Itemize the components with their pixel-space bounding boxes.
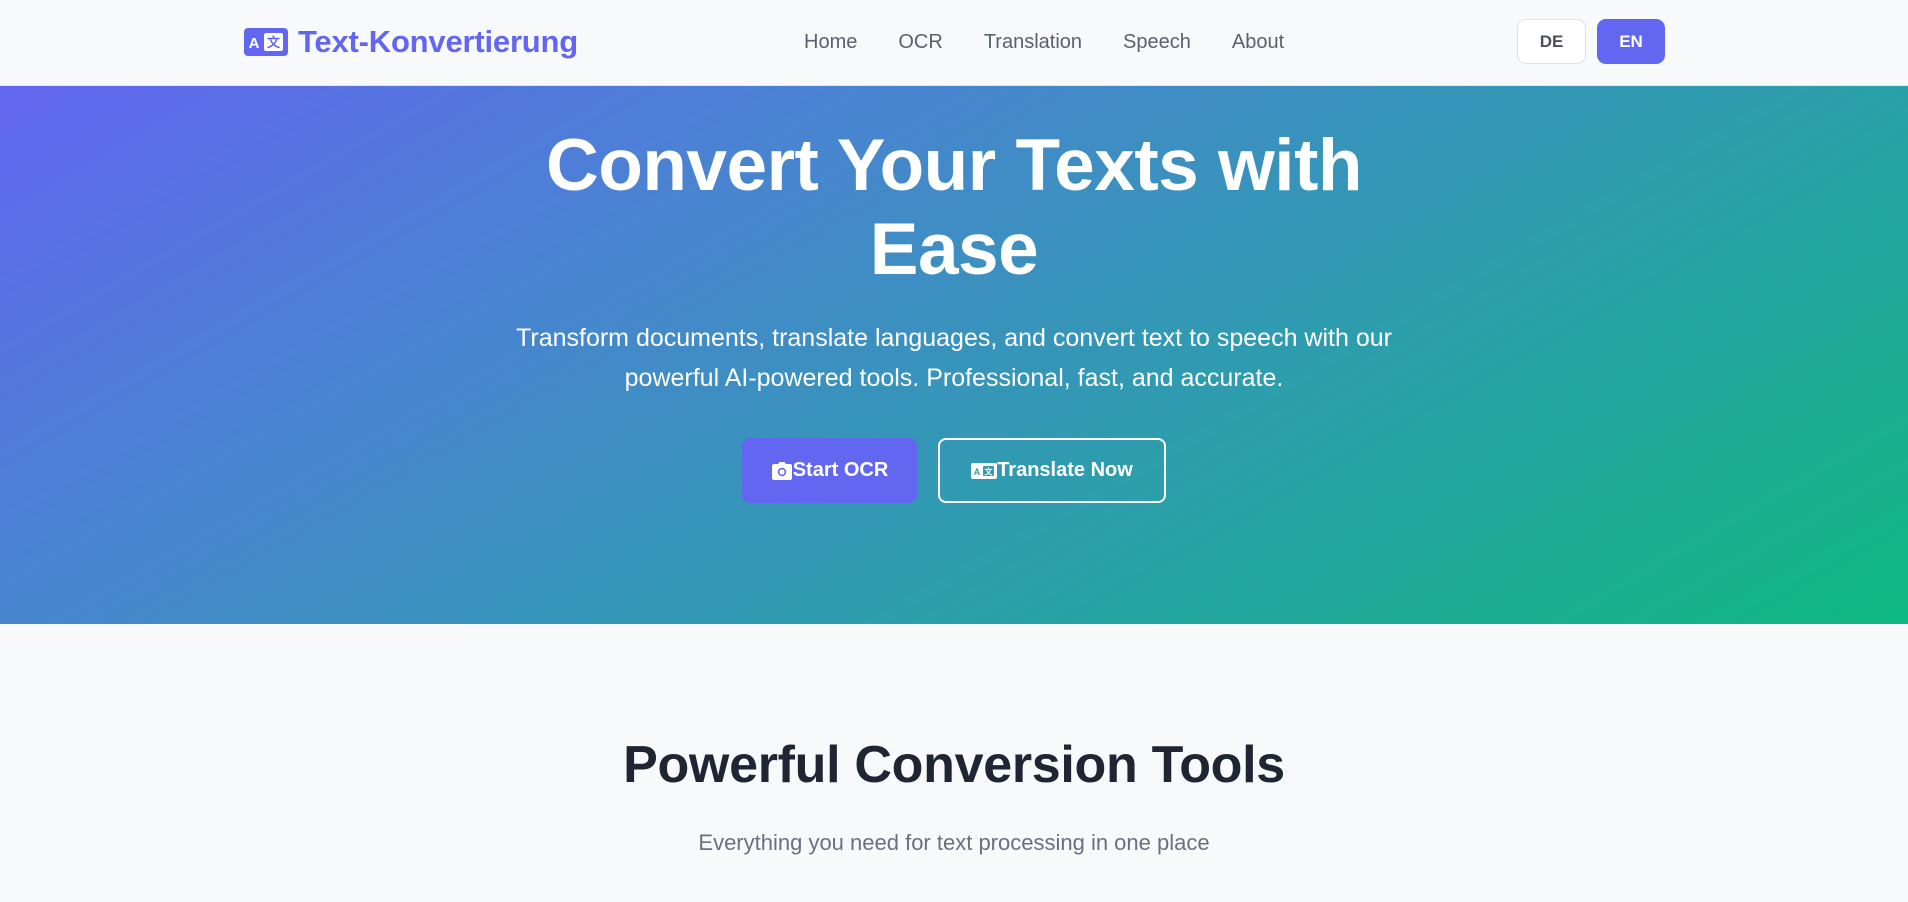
site-header: A 文 Text-Konvertierung Home OCR Translat…: [0, 0, 1908, 86]
brand-logo-link[interactable]: A 文 Text-Konvertierung: [244, 22, 578, 62]
nav-link-ocr[interactable]: OCR: [898, 31, 942, 54]
hero-title-line-2: Ease: [869, 209, 1039, 290]
translate-icon: A 文: [244, 28, 288, 56]
svg-text:A: A: [249, 35, 260, 52]
nav-link-about[interactable]: About: [1232, 31, 1284, 54]
language-button-de[interactable]: DE: [1517, 19, 1586, 64]
hero-title: Convert Your Texts with Ease: [454, 124, 1454, 292]
translate-icon: A 文: [971, 462, 998, 479]
hero-subtitle-line-2: powerful AI-powered tools. Professional,…: [624, 364, 1284, 392]
hero-title-line-1: Convert Your Texts with: [546, 125, 1362, 206]
svg-text:A: A: [974, 467, 981, 477]
nav-link-translation[interactable]: Translation: [984, 31, 1082, 54]
translate-now-button[interactable]: A 文 Translate Now: [938, 438, 1166, 503]
hero-actions: Start OCR A 文 Translate Now: [742, 438, 1166, 503]
hero-section: Convert Your Texts with Ease Transform d…: [0, 86, 1908, 624]
svg-text:文: 文: [985, 466, 994, 476]
camera-icon: [771, 461, 792, 480]
main-nav: Home OCR Translation Speech About: [804, 26, 1284, 58]
nav-link-speech[interactable]: Speech: [1123, 31, 1191, 54]
start-ocr-button[interactable]: Start OCR: [742, 438, 917, 503]
language-switcher: DE EN: [1517, 19, 1665, 64]
nav-link-home[interactable]: Home: [804, 31, 857, 54]
translate-now-label: Translate Now: [997, 459, 1133, 481]
brand-name: Text-Konvertierung: [298, 24, 579, 59]
start-ocr-label: Start OCR: [792, 459, 889, 481]
tools-section-subtitle: Everything you need for text processing …: [698, 830, 1210, 855]
tools-section-title: Powerful Conversion Tools: [623, 736, 1285, 794]
hero-subtitle-line-1: Transform documents, translate languages…: [516, 324, 1392, 352]
svg-text:文: 文: [267, 35, 281, 51]
language-button-en[interactable]: EN: [1597, 19, 1665, 64]
hero-subtitle: Transform documents, translate languages…: [454, 318, 1454, 398]
